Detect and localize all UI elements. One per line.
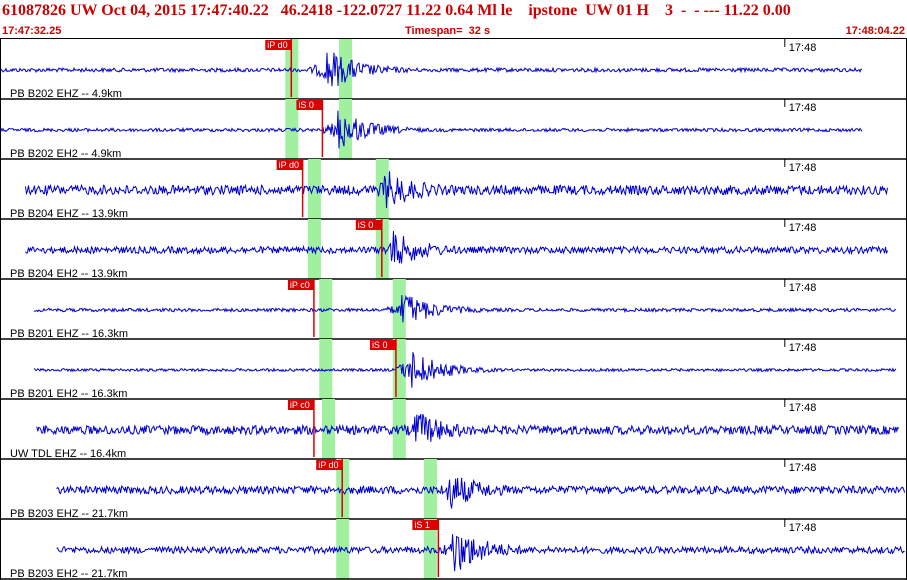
minute-marker-label: 17:48 — [789, 162, 817, 174]
pick-label: iS 1 — [414, 520, 430, 530]
waveform-trace — [0, 52, 862, 87]
waveform-trace — [33, 352, 897, 388]
event-header: 61087826 UW Oct 04, 2015 17:47:40.22 46.… — [0, 0, 907, 39]
start-time: 17:47:32.25 — [2, 25, 62, 37]
pick-label: iP c0 — [290, 400, 310, 410]
minute-marker-label: 17:48 — [789, 462, 817, 474]
seismogram-plot: iP d0 17:48 PB B202 EHZ -- 4.9km iS 0 17:48 P… — [0, 39, 907, 580]
pick-label: iS 0 — [372, 340, 388, 350]
minute-marker-label: 17:48 — [789, 522, 817, 534]
minute-marker-label: 17:48 — [789, 402, 817, 414]
pick-label: iS 0 — [298, 100, 314, 110]
minute-marker-label: 17:48 — [789, 282, 817, 294]
station-label: PB B204 EHZ -- 13.9km — [10, 208, 128, 220]
station-label: PB B201 EH2 -- 16.3km — [10, 388, 127, 400]
event-summary-line: 61087826 UW Oct 04, 2015 17:47:40.22 46.… — [2, 2, 791, 19]
station-label: PB B204 EH2 -- 13.9km — [10, 268, 127, 280]
waveform-trace — [25, 230, 888, 264]
trace-panel: iP d0 17:48 PB B202 EHZ -- 4.9km — [0, 39, 907, 100]
waveform-trace — [56, 534, 905, 572]
trace-panel: iS 0 17:48 PB B204 EH2 -- 13.9km — [0, 219, 907, 280]
trace-panel: iS 1 17:48 PB B203 EH2 -- 21.7km — [0, 519, 907, 580]
trace-panel: iP c0 17:48 UW TDL EHZ -- 16.4km — [0, 399, 907, 460]
trace-panel: iP d0 17:48 PB B203 EHZ -- 21.7km — [0, 459, 907, 520]
pick-window-highlight — [319, 339, 333, 399]
minute-marker-label: 17:48 — [789, 102, 817, 114]
timespan-label: Timespan= 32 s — [405, 25, 491, 37]
station-label: PB B201 EHZ -- 16.3km — [10, 328, 128, 340]
trace-panel: iP d0 17:48 PB B204 EHZ -- 13.9km — [0, 159, 907, 220]
end-time: 17:48:04.22 — [845, 25, 905, 37]
pick-window-highlight — [375, 159, 389, 219]
waveform-trace — [0, 110, 863, 149]
waveform-trace — [36, 413, 900, 442]
pick-label: iS 0 — [358, 220, 374, 230]
pick-label: iP d0 — [267, 40, 287, 50]
station-label: UW TDL EHZ -- 16.4km — [10, 448, 126, 460]
waveform-trace — [25, 171, 888, 209]
station-label: PB B202 EH2 -- 4.9km — [10, 148, 121, 160]
minute-marker-label: 17:48 — [789, 42, 817, 54]
pick-label: iP d0 — [318, 460, 338, 470]
waveform-trace — [56, 477, 906, 509]
trace-panel: iS 0 17:48 PB B202 EH2 -- 4.9km — [0, 99, 907, 160]
time-bar: 17:47:32.25 Timespan= 32 s 17:48:04.22 — [0, 25, 907, 39]
waveform-trace — [33, 294, 897, 323]
minute-marker-label: 17:48 — [789, 342, 817, 354]
station-label: PB B202 EHZ -- 4.9km — [10, 88, 122, 100]
trace-panel: iS 0 17:48 PB B201 EH2 -- 16.3km — [0, 339, 907, 400]
minute-marker-label: 17:48 — [789, 222, 817, 234]
trace-panel: iP c0 17:48 PB B201 EHZ -- 16.3km — [0, 279, 907, 340]
pick-label: iP c0 — [290, 280, 310, 290]
station-label: PB B203 EHZ -- 21.7km — [10, 508, 128, 520]
station-label: PB B203 EH2 -- 21.7km — [10, 568, 127, 580]
pick-label: iP d0 — [279, 160, 299, 170]
